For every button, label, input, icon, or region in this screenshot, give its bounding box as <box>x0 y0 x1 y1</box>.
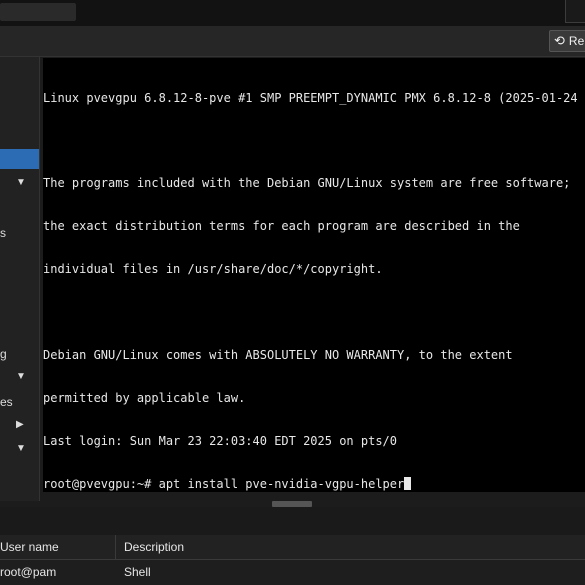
table-header-row: User name Description <box>0 535 585 560</box>
chevron-down-icon: ▼ <box>16 177 26 188</box>
search-field[interactable] <box>0 3 76 21</box>
terminal-line: Debian GNU/Linux comes with ABSOLUTELY N… <box>43 347 513 362</box>
column-header-user[interactable]: User name <box>0 540 59 554</box>
terminal-line: individual files in /usr/share/doc/*/cop… <box>43 262 383 277</box>
reload-icon: ⟲ <box>554 33 565 48</box>
shell-prompt: root@pvevgpu:~# <box>43 476 159 491</box>
top-bar <box>0 0 585 26</box>
sidebar-item-expandable-3[interactable]: ▼ <box>0 440 39 460</box>
sidebar-item-es[interactable]: es <box>0 392 39 412</box>
sidebar: ▼ s g ▼ es ▶ ▼ <box>0 57 40 501</box>
sidebar-item-expandable-2[interactable]: ▼ <box>0 368 39 388</box>
chevron-down-icon: ▼ <box>16 371 26 382</box>
reload-label: Rel <box>568 34 585 48</box>
cell-description: Shell <box>124 565 151 579</box>
sidebar-item-shell[interactable] <box>0 149 39 169</box>
task-panel-header <box>0 507 585 536</box>
table-row[interactable]: root@pam Shell <box>0 560 585 584</box>
chevron-down-icon: ▼ <box>16 443 26 454</box>
sidebar-item-collapsed[interactable]: ▶ <box>0 416 39 436</box>
terminal-line: Linux pvevgpu 6.8.12-8-pve #1 SMP PREEMP… <box>43 90 578 105</box>
reload-button[interactable]: ⟲ Rel <box>549 30 585 52</box>
shell-command: apt install pve-nvidia-vgpu-helper <box>158 476 405 491</box>
terminal-line: The programs included with the Debian GN… <box>43 176 571 191</box>
chevron-right-icon: ▶ <box>16 419 24 430</box>
cell-user: root@pam <box>0 565 57 579</box>
terminal-line: Last login: Sun Mar 23 22:03:40 EDT 2025… <box>43 433 398 448</box>
terminal[interactable]: Linux pvevgpu 6.8.12-8-pve #1 SMP PREEMP… <box>43 58 585 492</box>
toolbar: ⟲ Rel <box>0 26 585 57</box>
sidebar-item-s[interactable]: s <box>0 223 39 243</box>
user-menu-button[interactable] <box>565 0 585 23</box>
sidebar-item-g[interactable]: g <box>0 344 39 364</box>
cursor <box>404 476 412 490</box>
terminal-line: the exact distribution terms for each pr… <box>43 219 520 234</box>
terminal-prompt-line[interactable]: root@pvevgpu:~# apt install pve-nvidia-v… <box>43 476 578 491</box>
task-table: User name Description root@pam Shell <box>0 535 585 585</box>
terminal-line: permitted by applicable law. <box>43 390 246 405</box>
sidebar-item-expandable[interactable]: ▼ <box>0 174 39 194</box>
column-header-description[interactable]: Description <box>124 540 184 554</box>
